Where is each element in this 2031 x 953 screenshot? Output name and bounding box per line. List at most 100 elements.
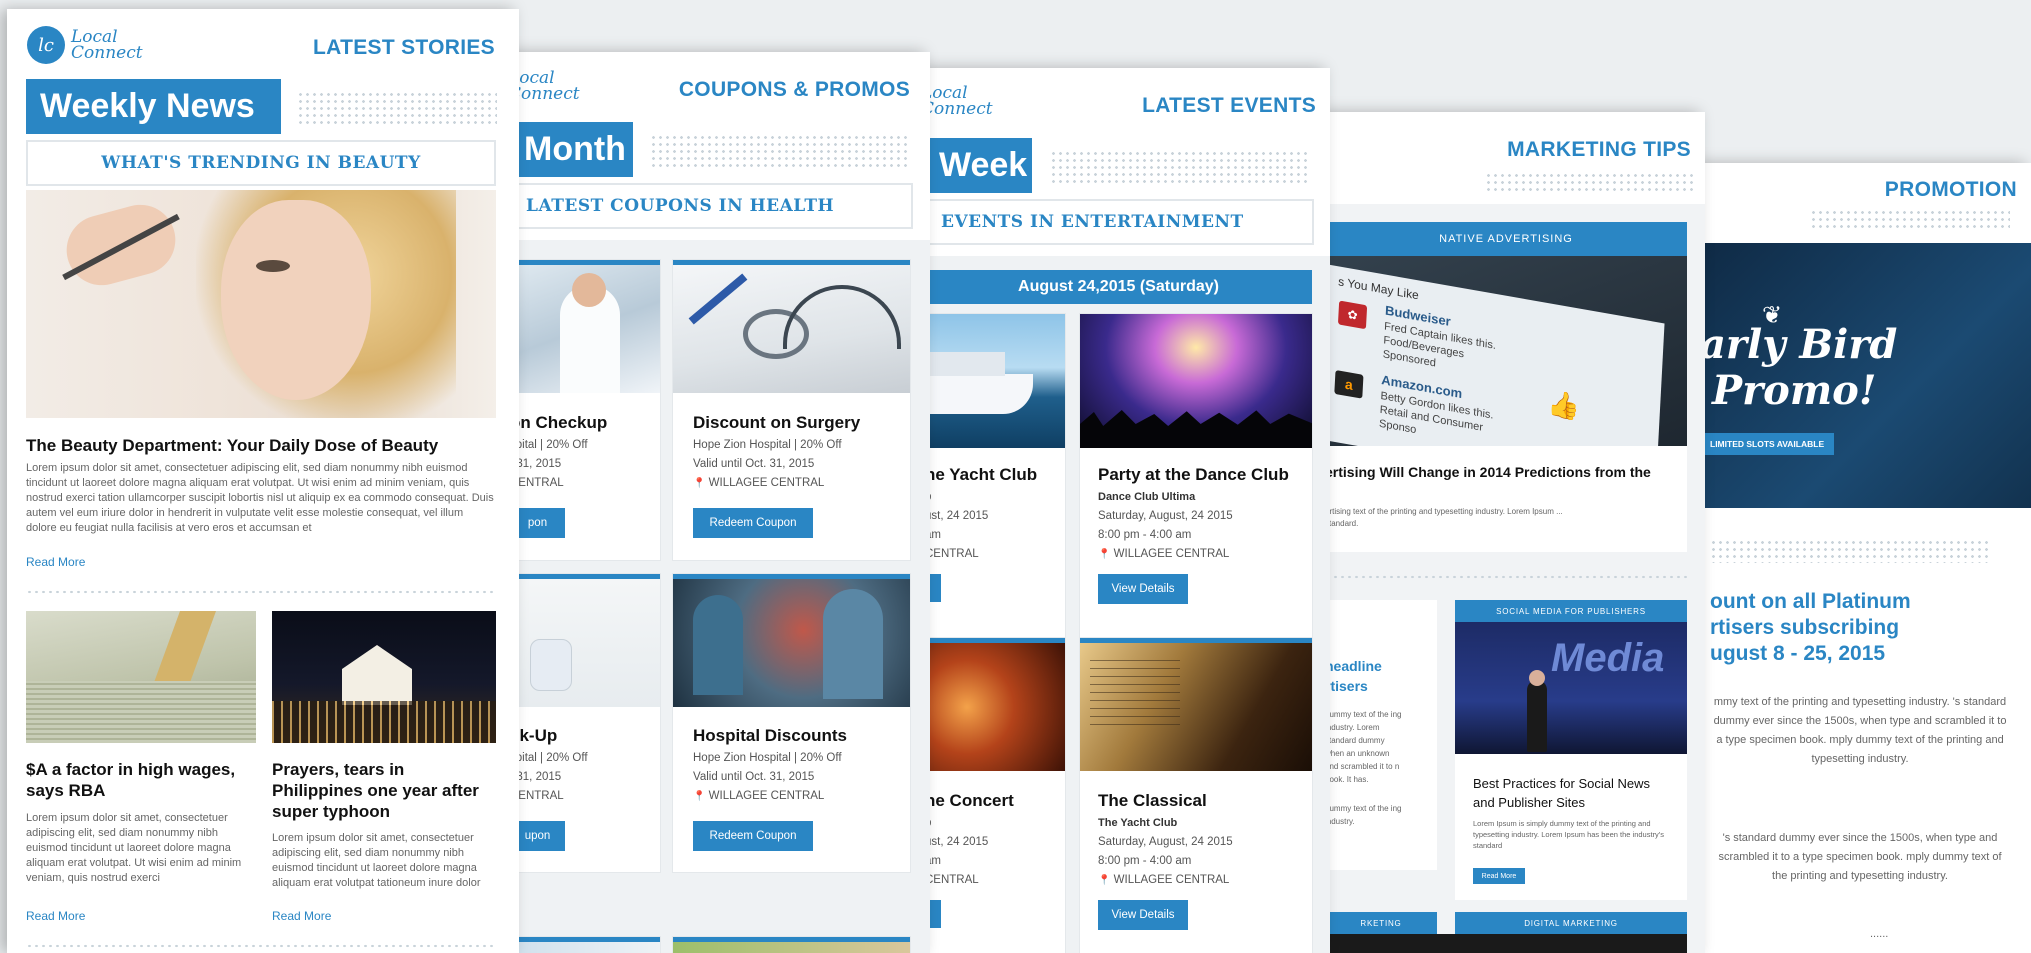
- phone-image: s You May Like ✿ Budweiser Fred Captain …: [1325, 256, 1687, 446]
- speaker-head: [1529, 670, 1545, 686]
- coupon-meta-line-3: CENTRAL: [510, 477, 564, 489]
- coupon-meta: spital | 20% Off . 31, 2015 CENTRAL: [510, 749, 588, 806]
- section-title: COUPONS & PROMOS: [678, 78, 910, 101]
- read-more-button[interactable]: Read More: [1473, 868, 1525, 884]
- coupon-meta: spital | 20% Off . 31, 2015 CENTRAL: [510, 436, 588, 493]
- event-time: 8:00 pm - 4:00 am: [1098, 855, 1192, 867]
- event-meta-line-2: ust, 24 2015: [925, 836, 989, 848]
- location-pin-icon: 📍: [693, 478, 706, 489]
- bottom-right-label: DIGITAL MARKETING: [1455, 912, 1687, 934]
- main-article-title[interactable]: The Beauty Department: Your Daily Dose o…: [26, 435, 496, 456]
- social-screen-text: Media: [1551, 636, 1665, 680]
- violin-image: [925, 643, 1065, 771]
- read-more-link[interactable]: Read More: [26, 555, 85, 569]
- redeem-coupon-button[interactable]: Redeem Coupon: [693, 821, 813, 851]
- promo-badge: LIMITED SLOTS AVAILABLE: [1700, 433, 1835, 455]
- section-title: LATEST EVENTS: [1142, 94, 1316, 117]
- glove: [530, 639, 572, 691]
- brand-logo: lc Local Connect: [27, 26, 143, 64]
- story-title[interactable]: Prayers, tears in Philippines one year a…: [272, 759, 496, 822]
- story-body: Lorem ipsum dolor sit amet, consectetuer…: [272, 832, 481, 889]
- news-card: lc Local Connect LATEST STORIES Weekly Ne…: [7, 9, 519, 953]
- promo-headline-2: Promo!: [1712, 367, 1877, 414]
- brand-logo: Local Connect: [925, 85, 993, 119]
- coupon-meta-line-3: CENTRAL: [510, 790, 564, 802]
- view-details-button[interactable]: View Details: [1098, 900, 1188, 930]
- doctor-image: [510, 579, 660, 707]
- read-more-link[interactable]: Read More: [26, 909, 85, 923]
- story-title[interactable]: $A a factor in high wages, says RBA: [26, 759, 251, 801]
- yacht-hull: [925, 374, 1033, 414]
- coupon-title: on Checkup: [510, 413, 608, 432]
- left-article-body: dummy text of the ing industry. Lorem st…: [1325, 710, 1402, 784]
- nurse-image: [510, 265, 660, 393]
- coupon-meta-line-2: Valid until Oct. 31, 2015: [693, 771, 815, 783]
- view-details-button[interactable]: View Details: [1098, 574, 1188, 604]
- yacht-image: [925, 314, 1065, 448]
- promo-headline-1: arly Bird: [1700, 321, 1898, 368]
- coupon-meta-line-1: spital | 20% Off: [510, 439, 588, 451]
- event-title: The Classical: [1098, 791, 1207, 810]
- bottom-image: [1325, 934, 1687, 953]
- location-pin-icon: 📍: [1098, 549, 1111, 560]
- eye: [256, 260, 290, 272]
- face: [221, 200, 371, 400]
- brand-logo: Local Connect: [510, 70, 580, 104]
- dots-divider: [26, 943, 496, 949]
- native-ad-label: NATIVE ADVERTISING: [1325, 222, 1687, 256]
- money-image: [26, 611, 256, 743]
- event-location-text: WILLAGEE CENTRAL: [1113, 548, 1230, 560]
- event-title: Party at the Dance Club: [1098, 465, 1289, 484]
- dots-divider: [26, 589, 496, 595]
- left-article-body-2: dummy text of the ing industry.: [1325, 804, 1402, 826]
- beer-icon: ✿: [1337, 300, 1368, 330]
- pen: [688, 273, 748, 325]
- section-subtitle: WHAT'S TRENDING IN BEAUTY: [26, 140, 496, 186]
- promo-headline: ount on all Platinum rtisers subscribing…: [1710, 590, 1911, 665]
- ellipsis: ......: [1870, 928, 1889, 940]
- section-title: MARKETING TIPS: [1507, 138, 1691, 161]
- dots-decoration: [1810, 209, 2010, 229]
- sheet-music: [1090, 655, 1180, 725]
- event-title: ne Yacht Club: [925, 465, 1038, 484]
- event-meta: Dance Club Ultima Saturday, August, 24 2…: [1098, 488, 1233, 564]
- event-meta-line-4: CENTRAL: [925, 874, 979, 886]
- event-meta-line-3: am: [925, 529, 941, 541]
- promo-body-2: 's standard dummy ever since the 1500s, …: [1718, 832, 2002, 882]
- redeem-coupon-button[interactable]: Redeem Coupon: [693, 508, 813, 538]
- surgery-image: [673, 579, 910, 707]
- marketing-card: MARKETING TIPS NATIVE ADVERTISING s You …: [1325, 112, 1705, 953]
- brand-line-2: Connect: [510, 84, 580, 104]
- events-card: Local Connect LATEST EVENTS Week EVENTS I…: [925, 68, 1330, 953]
- thumbs-up-icon: 👍: [1546, 387, 1581, 423]
- dots-decoration: [297, 91, 497, 125]
- phone-screen-line-1: s You May Like: [1337, 274, 1420, 303]
- dots-decoration: [1050, 150, 1310, 184]
- concert-image: [1080, 314, 1312, 448]
- event-meta-line-2: ust, 24 2015: [925, 510, 989, 522]
- location-pin-icon: 📍: [1098, 875, 1111, 886]
- coupon-meta-line-2: Valid until Oct. 31, 2015: [693, 458, 815, 470]
- event-title: ne Concert: [925, 791, 1014, 810]
- read-more-link[interactable]: Read More: [272, 909, 331, 923]
- dots-decoration: [1485, 172, 1695, 192]
- event-venue: Dance Club Ultima: [1098, 491, 1196, 503]
- event-time: 8:00 pm - 4:00 am: [1098, 529, 1192, 541]
- location-pin-icon: 📍: [693, 791, 706, 802]
- brand-name: Local Connect: [925, 85, 993, 119]
- crowd-lights: [272, 701, 496, 743]
- coupon-meta-line-2: . 31, 2015: [510, 458, 562, 470]
- event-meta: The Yacht Club Saturday, August, 24 2015…: [1098, 814, 1233, 890]
- section-title: PROMOTION: [1884, 178, 2017, 201]
- surgeon-1: [693, 595, 743, 695]
- brand-line-2: Connect: [925, 99, 993, 119]
- dots-decoration: [650, 134, 910, 168]
- brand-line-2: Connect: [71, 43, 143, 63]
- coupon-meta-line-1: Hope Zion Hospital | 20% Off: [693, 752, 842, 764]
- bottom-left-label: RKETING: [1325, 912, 1437, 934]
- section-subtitle: EVENTS IN ENTERTAINMENT: [925, 199, 1314, 245]
- story-body: Lorem ipsum dolor sit amet, consectetuer…: [26, 812, 242, 884]
- coupon-meta: Hope Zion Hospital | 20% Off Valid until…: [693, 436, 842, 493]
- social-body: Lorem Ipsum is simply dummy text of the …: [1473, 819, 1664, 850]
- stethoscope-tube: [783, 285, 901, 349]
